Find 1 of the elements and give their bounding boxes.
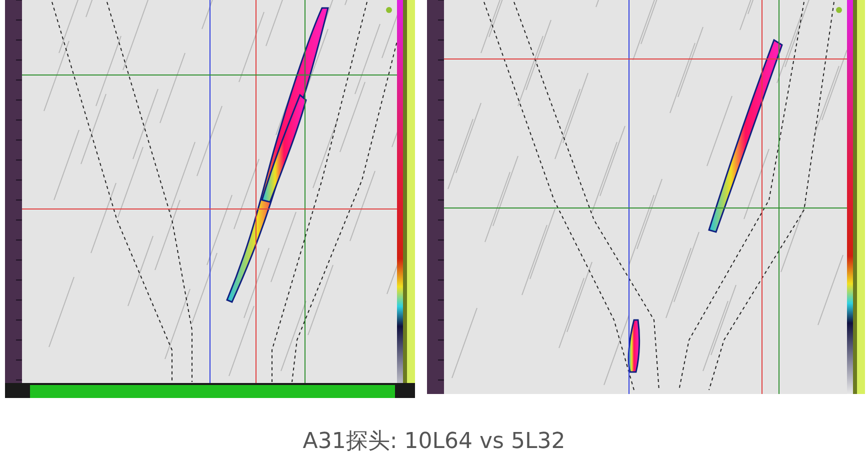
figure-caption: A31探头: 10L64 vs 5L32	[302, 428, 566, 456]
